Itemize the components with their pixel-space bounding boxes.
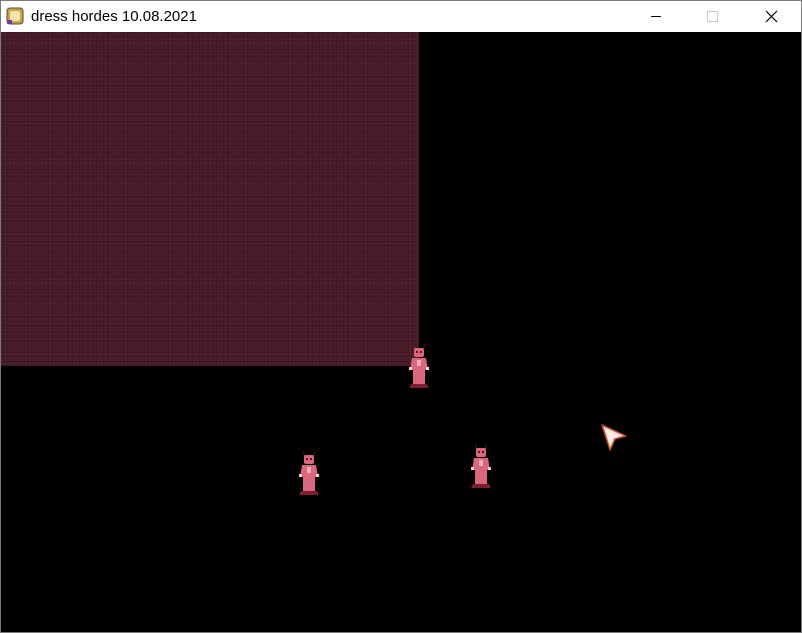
window-title: dress hordes 10.08.2021: [31, 8, 197, 25]
floor-area[interactable]: [1, 32, 419, 366]
unit-horned-figure[interactable]: [405, 340, 433, 392]
horned-figure-icon: [299, 450, 319, 495]
horned-figure-icon: [471, 443, 491, 488]
game-canvas[interactable]: [1, 32, 801, 632]
close-button[interactable]: [747, 1, 793, 32]
app-window: dress hordes 10.08.2021: [0, 0, 802, 633]
unit-horned-figure[interactable]: [295, 447, 323, 499]
title-bar[interactable]: dress hordes 10.08.2021: [1, 1, 801, 32]
maximize-icon: [707, 11, 718, 22]
maximize-button[interactable]: [689, 1, 735, 32]
minimize-button[interactable]: [633, 1, 679, 32]
unit-horned-figure[interactable]: [467, 440, 495, 492]
close-icon: [765, 10, 778, 23]
horned-figure-icon: [409, 343, 429, 388]
arrow-cursor-icon: [598, 422, 630, 454]
app-icon[interactable]: [6, 7, 24, 25]
minimize-icon: [651, 16, 661, 17]
